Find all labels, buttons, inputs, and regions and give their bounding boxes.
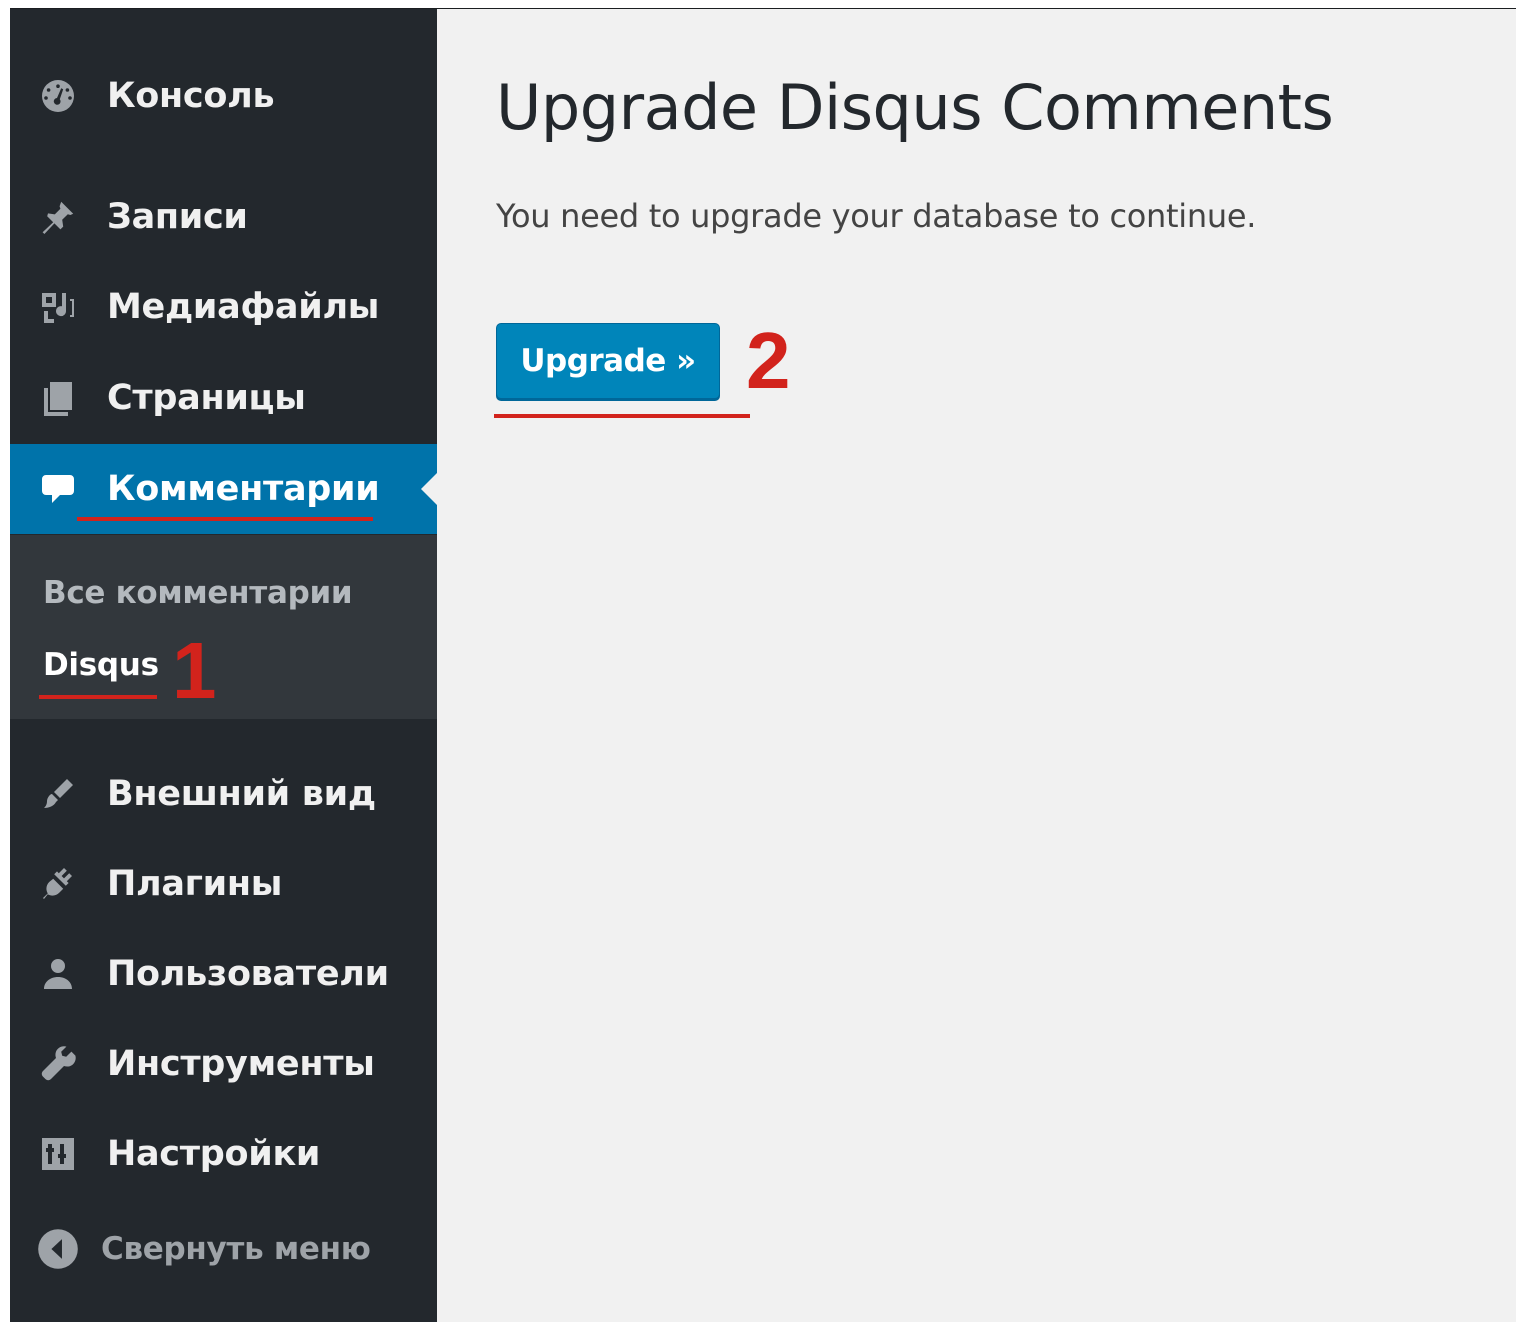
upgrade-description: You need to upgrade your database to con… (496, 197, 1257, 235)
user-icon (36, 952, 80, 996)
annotation-underline-upgrade (494, 414, 750, 418)
menu-item-appearance[interactable]: Внешний вид (10, 749, 437, 839)
menu-item-label: Комментарии (107, 469, 380, 509)
menu-item-posts[interactable]: Записи (10, 172, 437, 262)
annotation-step-2: 2 (746, 316, 791, 405)
collapse-arrow-icon (36, 1227, 80, 1271)
main-content: Upgrade Disqus Comments You need to upgr… (437, 9, 1516, 1322)
page-title: Upgrade Disqus Comments (496, 71, 1334, 144)
menu-item-dashboard[interactable]: Консоль (10, 51, 437, 141)
menu-item-media[interactable]: Медиафайлы (10, 262, 437, 352)
menu-item-label: Внешний вид (107, 774, 376, 814)
menu-item-settings[interactable]: Настройки (10, 1109, 437, 1199)
wp-admin-window: Консоль Записи Медиафайлы Страницы Комме (10, 8, 1516, 1322)
comment-icon (36, 467, 80, 511)
menu-item-label: Консоль (107, 76, 275, 116)
menu-item-label: Пользователи (107, 954, 389, 994)
collapse-menu-button[interactable]: Свернуть меню (10, 1204, 437, 1294)
settings-icon (36, 1132, 80, 1176)
wrench-icon (36, 1042, 80, 1086)
menu-item-label: Медиафайлы (107, 287, 380, 327)
submenu-item-all-comments[interactable]: Все комментарии (43, 575, 353, 611)
collapse-menu-label: Свернуть меню (101, 1231, 371, 1267)
media-icon (36, 285, 80, 329)
pin-icon (36, 195, 80, 239)
menu-item-tools[interactable]: Инструменты (10, 1019, 437, 1109)
annotation-underline-disqus (39, 695, 157, 699)
dashboard-icon (36, 74, 80, 118)
pages-icon (36, 376, 80, 420)
menu-item-label: Записи (107, 197, 248, 237)
submenu-item-disqus[interactable]: Disqus (43, 647, 159, 683)
annotation-step-1: 1 (172, 626, 217, 715)
upgrade-button[interactable]: Upgrade » (496, 323, 720, 399)
menu-item-label: Плагины (107, 864, 283, 904)
plugin-icon (36, 862, 80, 906)
menu-item-users[interactable]: Пользователи (10, 929, 437, 1019)
comments-submenu: Все комментарии Disqus (10, 535, 437, 719)
menu-item-label: Настройки (107, 1134, 321, 1174)
menu-item-plugins[interactable]: Плагины (10, 839, 437, 929)
menu-item-pages[interactable]: Страницы (10, 353, 437, 443)
menu-item-label: Инструменты (107, 1044, 375, 1084)
menu-item-label: Страницы (107, 378, 306, 418)
brush-icon (36, 772, 80, 816)
annotation-underline-comments (77, 517, 373, 521)
admin-sidebar: Консоль Записи Медиафайлы Страницы Комме (10, 9, 437, 1322)
